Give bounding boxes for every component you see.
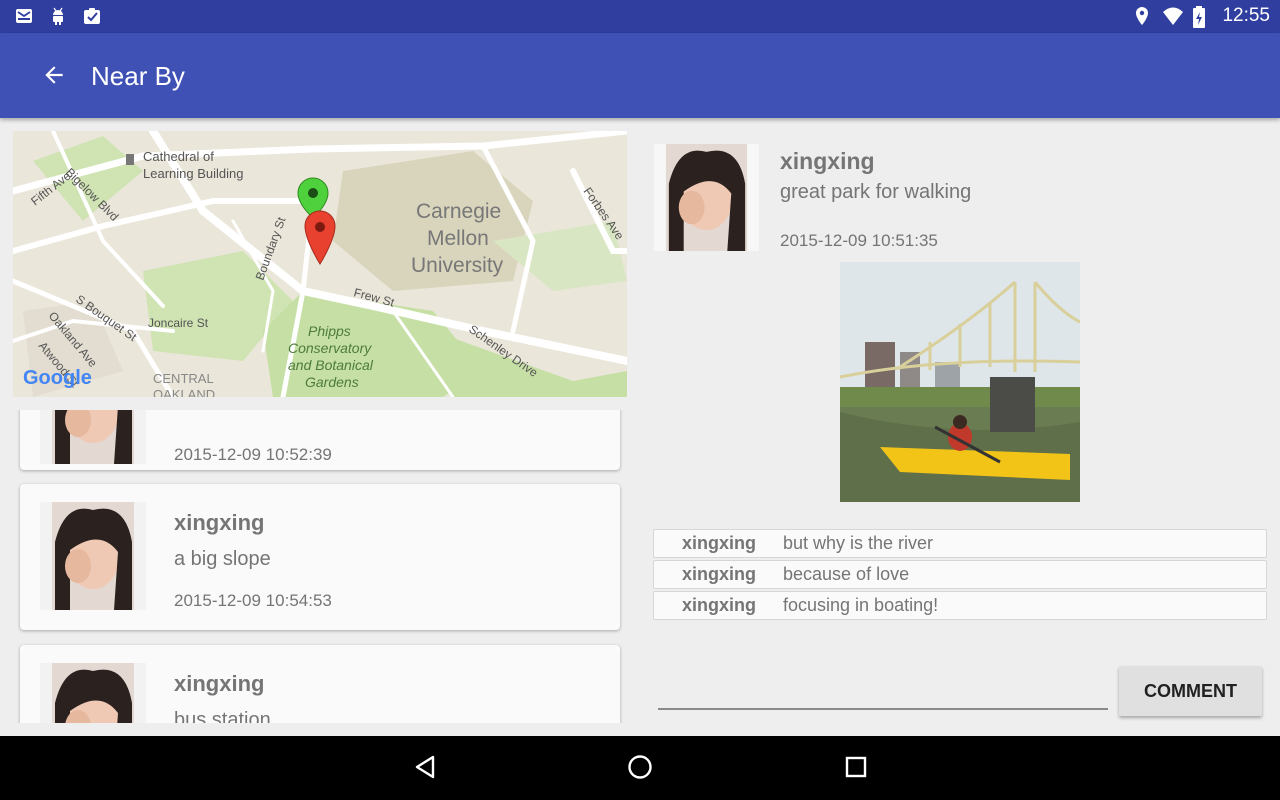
comment-text: because of love [783,564,910,584]
android-icon [48,6,68,26]
app-bar: Near By [0,33,1280,118]
svg-text:Phipps: Phipps [308,323,351,339]
post-time: 2015-12-09 10:54:53 [174,591,332,610]
avatar [40,663,146,723]
post-card[interactable]: xingxing 2015-12-09 10:52:39 [20,410,620,470]
comment-user: xingxing [682,595,757,615]
post-text: a big slope [174,548,271,570]
avatar [40,502,146,610]
map-view[interactable]: Cathedral of Learning Building Bigelow B… [13,131,627,397]
svg-text:University: University [411,254,504,277]
avatar [40,410,146,464]
clipboard-check-icon [82,6,102,26]
wifi-icon [1162,6,1184,26]
svg-text:Cathedral of: Cathedral of [143,149,214,164]
recents-square-icon [844,755,868,784]
post-card[interactable]: xingxing a big slope 2015-12-09 10:54:53 [20,484,620,630]
home-circle-icon [627,754,653,785]
battery-charging-icon [1192,6,1212,28]
location-icon [1132,6,1152,26]
svg-text:Conservatory: Conservatory [288,340,372,356]
comment-text: but why is the river [783,533,934,553]
svg-text:OAKLAND: OAKLAND [153,387,215,397]
post-photo [840,262,1080,502]
svg-text:and Botanical: and Botanical [288,357,374,373]
post-list: xingxing 2015-12-09 10:52:39 xingxing a … [0,410,640,723]
svg-text:Google: Google [23,367,92,389]
mail-icon [14,6,34,26]
detail-pane: xingxing great park for walking 2015-12-… [640,118,1280,736]
comment-text: focusing in boating! [783,595,939,615]
arrow-back-icon [41,62,67,93]
detail-user: xingxing [780,148,875,174]
comment-row: xingxing focusing in boating! [653,591,1267,620]
comment-user: xingxing [682,533,757,553]
comment-user: xingxing [682,564,757,584]
left-pane: Cathedral of Learning Building Bigelow B… [0,118,640,736]
post-time: 2015-12-09 10:52:39 [174,445,332,464]
comment-button[interactable]: COMMENT [1119,666,1262,716]
svg-text:Mellon: Mellon [427,227,489,250]
nav-recents-button[interactable] [839,752,873,786]
nav-back-button[interactable] [408,752,442,786]
status-bar: 12:55 [0,0,1280,33]
detail-text: great park for walking [780,181,972,203]
back-button[interactable] [36,59,72,95]
detail-avatar [653,144,760,251]
post-text: bus station [174,709,271,723]
comment-input[interactable] [658,670,1108,710]
back-triangle-icon [412,754,438,785]
post-card[interactable]: xingxing bus station [20,645,620,723]
comment-row: xingxing because of love [653,560,1267,589]
svg-text:Learning Building: Learning Building [143,166,243,181]
comment-list: xingxing but why is the river xingxing b… [653,529,1267,622]
svg-text:CENTRAL: CENTRAL [153,371,214,386]
nav-home-button[interactable] [623,752,657,786]
post-user: xingxing [174,671,265,696]
comment-row: xingxing but why is the river [653,529,1267,558]
page-title: Near By [91,61,185,91]
post-user: xingxing [174,510,265,535]
svg-text:Carnegie: Carnegie [416,200,501,223]
detail-time: 2015-12-09 10:51:35 [780,231,938,250]
svg-text:Gardens: Gardens [305,374,359,390]
nav-bar [0,736,1280,800]
clock-time: 12:55 [1222,5,1270,26]
svg-text:Joncaire St: Joncaire St [148,316,209,330]
